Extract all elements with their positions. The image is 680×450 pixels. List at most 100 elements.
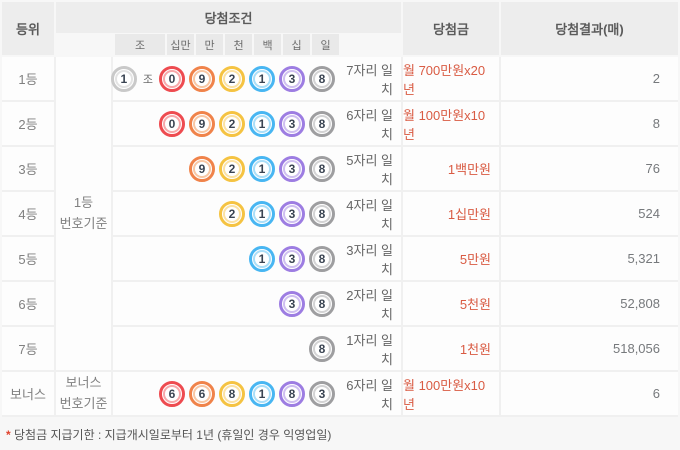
lottery-ball: 6 xyxy=(159,380,185,407)
lottery-ball-digit: 8 xyxy=(313,69,331,88)
ball-group: 668183 xyxy=(159,380,335,407)
lottery-ball-digit: 2 xyxy=(223,159,241,178)
lottery-ball: 1 xyxy=(110,65,137,92)
ball-group: 092138 xyxy=(159,110,335,137)
lottery-ball: 9 xyxy=(189,155,215,182)
lottery-ball: 8 xyxy=(219,380,245,407)
prize-amount: 5만원 xyxy=(403,237,499,280)
lottery-ball: 3 xyxy=(279,200,305,227)
winner-count: 8 xyxy=(501,102,678,145)
lottery-ball: 6 xyxy=(189,380,215,407)
lottery-ball: 1 xyxy=(249,245,275,272)
digit-position-label: 천 xyxy=(225,34,252,55)
match-condition-label: 7자리 일치 xyxy=(346,62,393,97)
header-rank: 등위 xyxy=(2,2,54,55)
rank-label: 4등 xyxy=(2,192,54,235)
digit-position-label: 일 xyxy=(312,34,339,55)
ball-group: 8 xyxy=(309,335,335,362)
rank-label: 3등 xyxy=(2,147,54,190)
lottery-ball: 9 xyxy=(189,110,215,137)
lottery-ball-digit: 6 xyxy=(193,384,211,403)
rank-label: 1등 xyxy=(2,57,54,100)
prize-amount: 1백만원 xyxy=(403,147,499,190)
digit-position-label: 백 xyxy=(254,34,281,55)
winning-condition-cell: 8 1자리 일치 xyxy=(113,327,401,370)
lottery-ball: 8 xyxy=(309,200,335,227)
lottery-ball-digit: 9 xyxy=(193,159,211,178)
lottery-ball-digit: 1 xyxy=(253,249,271,268)
lottery-ball: 3 xyxy=(279,155,305,182)
prize-amount: 5천원 xyxy=(403,282,499,325)
lottery-ball: 8 xyxy=(309,335,335,362)
winning-condition-cell: 1 조 0 9 2 1 3 8 7자리 일치 xyxy=(110,57,401,100)
lottery-ball: 8 xyxy=(309,65,335,92)
lottery-ball-digit: 2 xyxy=(223,204,241,223)
prize-amount: 1십만원 xyxy=(403,192,499,235)
winner-count: 6 xyxy=(501,372,678,415)
rank-label: 보너스 xyxy=(2,372,54,415)
lottery-ball: 3 xyxy=(279,110,305,137)
lottery-ball: 8 xyxy=(309,245,335,272)
lottery-ball: 8 xyxy=(279,380,305,407)
header-result: 당첨결과(매) xyxy=(501,2,678,55)
lottery-ball-digit: 1 xyxy=(253,159,271,178)
lottery-ball: 0 xyxy=(159,110,185,137)
lottery-ball-digit: 9 xyxy=(193,69,211,88)
winner-count: 524 xyxy=(501,192,678,235)
ball-group: 92138 xyxy=(189,155,335,182)
match-condition-label: 3자리 일치 xyxy=(346,242,393,277)
lottery-ball-digit: 1 xyxy=(114,69,133,88)
prize-amount: 1천원 xyxy=(403,327,499,370)
lottery-ball: 3 xyxy=(279,65,305,92)
prize-amount: 월 100만원x10년 xyxy=(403,372,499,415)
winning-condition-cell: 6 6 8 1 8 3 6자리 일치 xyxy=(113,372,401,415)
jo-unit-label: 조 xyxy=(142,73,153,86)
lottery-ball-digit: 8 xyxy=(283,384,301,403)
lottery-ball-digit: 3 xyxy=(313,384,331,403)
lottery-ball: 1 xyxy=(249,380,275,407)
lottery-ball: 9 xyxy=(189,65,215,92)
digit-position-label: 십 xyxy=(283,34,310,55)
match-condition-label: 2자리 일치 xyxy=(346,287,393,322)
group-cell-first-prize-basis: 1등 번호기준 xyxy=(56,57,111,370)
lottery-ball-digit: 1 xyxy=(253,384,271,403)
match-condition-label: 6자리 일치 xyxy=(346,377,393,412)
lottery-ball-digit: 8 xyxy=(313,159,331,178)
lottery-ball-digit: 2 xyxy=(223,114,241,133)
lottery-ball: 3 xyxy=(309,380,335,407)
winner-count: 518,056 xyxy=(501,327,678,370)
winning-condition-cell: 0 9 2 1 3 8 6자리 일치 xyxy=(113,102,401,145)
digit-position-strip: 조 십만 만 천 백 십 일 xyxy=(115,34,339,55)
lottery-ball-digit: 2 xyxy=(223,69,241,88)
rank-label: 7등 xyxy=(2,327,54,370)
winner-count: 52,808 xyxy=(501,282,678,325)
prize-amount: 월 700만원x20년 xyxy=(403,57,499,100)
match-condition-label: 4자리 일치 xyxy=(346,197,393,232)
lottery-ball: 1 xyxy=(249,65,275,92)
lottery-ball: 3 xyxy=(279,290,305,317)
match-condition-label: 6자리 일치 xyxy=(346,107,393,142)
lottery-ball-digit: 8 xyxy=(313,114,331,133)
lottery-ball-digit: 0 xyxy=(163,114,181,133)
digit-position-label: 십만 xyxy=(167,34,194,55)
lottery-ball-digit: 3 xyxy=(283,249,301,268)
winning-condition-cell: 2 1 3 8 4자리 일치 xyxy=(113,192,401,235)
lottery-ball: 1 xyxy=(249,155,275,182)
lottery-results-table: 등위 당첨조건 조 십만 만 천 백 십 일 당첨금 당첨결과(매) 1등 번호기준 보너스… xyxy=(2,2,678,443)
lottery-ball: 1 xyxy=(249,110,275,137)
lottery-ball-digit: 8 xyxy=(313,339,331,358)
match-condition-label: 5자리 일치 xyxy=(346,152,393,187)
winner-count: 5,321 xyxy=(501,237,678,280)
lottery-ball-digit: 0 xyxy=(163,69,181,88)
ball-group: 1조092138 xyxy=(110,65,335,92)
match-condition-label: 1자리 일치 xyxy=(346,332,393,367)
lottery-ball-digit: 1 xyxy=(253,114,271,133)
header-prize: 당첨금 xyxy=(403,2,499,55)
lottery-ball: 8 xyxy=(309,155,335,182)
ball-group: 138 xyxy=(249,245,335,272)
lottery-ball-digit: 3 xyxy=(283,69,301,88)
lottery-ball-digit: 1 xyxy=(253,69,271,88)
lottery-ball-digit: 6 xyxy=(163,384,181,403)
footnote-asterisk: * xyxy=(6,428,11,442)
rank-label: 6등 xyxy=(2,282,54,325)
